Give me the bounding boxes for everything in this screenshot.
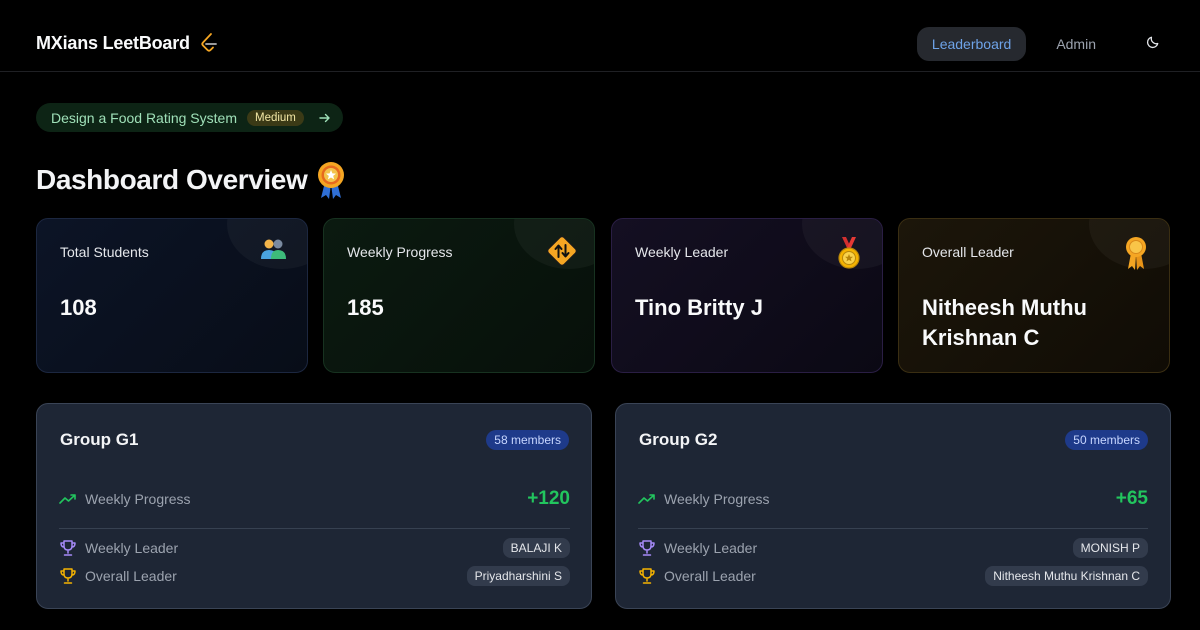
medal-icon <box>834 235 864 269</box>
stat-value: Tino Britty J <box>635 295 763 320</box>
trending-up-icon <box>59 490 77 508</box>
theme-toggle-button[interactable] <box>1136 27 1170 61</box>
row-label: Overall Leader <box>664 568 756 584</box>
stat-label: Weekly Leader <box>635 244 729 260</box>
group-name: Group G2 <box>639 430 718 449</box>
people-icon <box>259 235 289 269</box>
rosette-icon <box>1121 235 1151 270</box>
group-g1-weekly-progress-row: Weekly Progress +120 <box>59 488 570 510</box>
row-label: Weekly Leader <box>85 540 179 556</box>
page-title: Dashboard Overview <box>36 164 308 195</box>
row-label: Overall Leader <box>85 568 177 584</box>
group-g1-overall-leader-row: Overall Leader Priyadharshini S <box>59 566 570 586</box>
trophy-icon <box>638 539 656 557</box>
row-label: Weekly Progress <box>664 491 770 507</box>
progress-value: +65 <box>1115 488 1148 509</box>
trophy-icon <box>638 567 656 585</box>
weekly-leader-chip: MONISH P <box>1072 538 1148 558</box>
group-g2-weekly-progress-row: Weekly Progress +65 <box>638 488 1148 510</box>
row-label: Weekly Leader <box>664 540 758 556</box>
divider <box>638 528 1148 529</box>
main-nav: Leaderboard Admin <box>916 27 1170 61</box>
nav-admin[interactable]: Admin <box>1034 27 1118 61</box>
stat-card-weekly-progress: Weekly Progress 185 <box>323 218 595 373</box>
stat-label: Overall Leader <box>922 244 1014 260</box>
leetcode-logo-icon <box>198 32 220 54</box>
page-title-wrap: Dashboard Overview <box>36 160 347 200</box>
brand[interactable]: MXians LeetBoard <box>36 32 220 54</box>
top-header: MXians LeetBoard Leaderboard Admin <box>0 0 1200 72</box>
overall-leader-chip: Priyadharshini S <box>466 566 570 586</box>
updown-arrow-sign-icon <box>546 235 577 269</box>
arrow-right-icon <box>318 111 332 125</box>
stat-card-total-students: Total Students 108 <box>36 218 308 373</box>
members-badge: 50 members <box>1065 430 1148 450</box>
stat-card-overall-leader: Overall Leader Nitheesh Muthu Krishnan C <box>898 218 1170 373</box>
stat-card-weekly-leader: Weekly Leader Tino Britty J <box>611 218 883 373</box>
trophy-icon <box>59 539 77 557</box>
progress-value: +120 <box>527 488 570 509</box>
trophy-icon <box>59 567 77 585</box>
stat-value: Nitheesh Muthu Krishnan C <box>922 295 1087 350</box>
group-g2-weekly-leader-row: Weekly Leader MONISH P <box>638 538 1148 558</box>
trending-up-icon <box>638 490 656 508</box>
brand-title: MXians LeetBoard <box>36 32 190 53</box>
group-name: Group G1 <box>60 430 139 449</box>
problem-title: Design a Food Rating System <box>51 109 237 126</box>
stat-label: Weekly Progress <box>347 244 453 260</box>
nav-leaderboard[interactable]: Leaderboard <box>916 27 1027 61</box>
group-g2-overall-leader-row: Overall Leader Nitheesh Muthu Krishnan C <box>638 566 1148 586</box>
difficulty-badge: Medium <box>246 109 304 126</box>
row-label: Weekly Progress <box>85 491 191 507</box>
overall-leader-chip: Nitheesh Muthu Krishnan C <box>985 566 1148 586</box>
divider <box>59 528 570 529</box>
group-g1-weekly-leader-row: Weekly Leader BALAJI K <box>59 538 570 558</box>
daily-problem-link[interactable]: Design a Food Rating System Medium <box>36 103 343 132</box>
moon-icon <box>1146 34 1161 54</box>
stat-label: Total Students <box>60 244 149 260</box>
rosette-icon <box>315 160 347 200</box>
stat-value: 185 <box>347 295 384 320</box>
weekly-leader-chip: BALAJI K <box>502 538 570 558</box>
stat-value: 108 <box>60 295 97 320</box>
members-badge: 58 members <box>486 430 569 450</box>
